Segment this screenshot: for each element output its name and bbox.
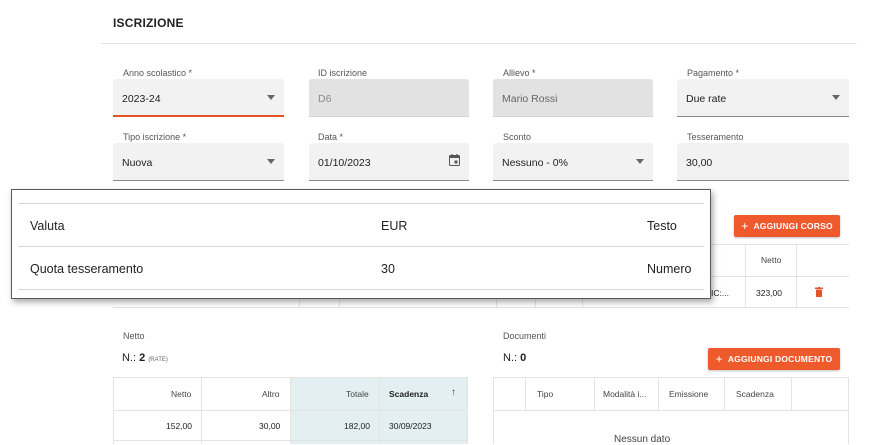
anno-label: Anno scolastico * bbox=[123, 68, 193, 78]
documenti-col-divider bbox=[791, 377, 792, 410]
chevron-down-icon bbox=[636, 159, 644, 164]
title-divider bbox=[101, 43, 857, 44]
id-field: D6 bbox=[309, 79, 469, 117]
pagamento-label: Pagamento * bbox=[687, 68, 740, 78]
aggiungi-documento-label: AGGIUNGI DOCUMENTO bbox=[727, 354, 833, 364]
popup-row-type: Testo bbox=[647, 219, 677, 233]
rate-cell-totale: 182,00 bbox=[344, 421, 370, 431]
popup-row-divider bbox=[18, 246, 704, 247]
rate-cell-netto: 152,00 bbox=[166, 421, 192, 431]
popup-row-value: EUR bbox=[381, 219, 408, 233]
documenti-col-divider bbox=[525, 377, 526, 410]
rate-count-value: 2 bbox=[139, 352, 146, 364]
rate-count-suffix: (RATE) bbox=[148, 357, 168, 363]
popup-row-type: Numero bbox=[647, 262, 692, 276]
corsi-header-netto: Netto bbox=[761, 255, 782, 265]
aggiungi-documento-button[interactable]: + AGGIUNGI DOCUMENTO bbox=[708, 348, 840, 370]
calendar-icon[interactable] bbox=[449, 154, 460, 166]
popup-bottom-rule bbox=[18, 289, 704, 290]
rate-row-rule bbox=[113, 440, 468, 441]
rate-section-label: Netto bbox=[123, 331, 145, 341]
chevron-down-icon bbox=[267, 95, 275, 100]
aggiungi-corso-button[interactable]: + AGGIUNGI CORSO bbox=[734, 215, 840, 237]
corsi-cell-partial: IC:... bbox=[711, 288, 729, 298]
sort-ascending-icon[interactable]: ↑ bbox=[451, 387, 456, 398]
popup-row-name: Quota tesseramento bbox=[30, 262, 144, 276]
rate-count: N.: 2 (RATE) bbox=[122, 352, 168, 364]
tesseramento-value: 30,00 bbox=[686, 157, 713, 169]
chevron-down-icon bbox=[267, 159, 275, 164]
rate-cell-scadenza: 30/09/2023 bbox=[389, 421, 432, 431]
rate-cell-altro: 30,00 bbox=[259, 421, 281, 431]
sconto-value: Nessuno - 0% bbox=[502, 157, 568, 169]
documenti-col-divider bbox=[658, 377, 659, 410]
chevron-down-icon bbox=[832, 95, 840, 100]
trash-icon[interactable] bbox=[815, 287, 823, 297]
documenti-header-scadenza[interactable]: Scadenza bbox=[736, 389, 774, 399]
sconto-select[interactable]: Nessuno - 0% bbox=[493, 143, 653, 181]
documenti-header-rule bbox=[493, 410, 849, 411]
documenti-table-top bbox=[493, 377, 849, 378]
documenti-header-modalita[interactable]: Modalità i... bbox=[603, 389, 646, 399]
allievo-value: Mario Rossi bbox=[502, 93, 558, 105]
popup-row-name: Valuta bbox=[30, 219, 65, 233]
documenti-header-emissione[interactable]: Emissione bbox=[669, 389, 708, 399]
sconto-label: Sconto bbox=[503, 132, 532, 142]
id-value: D6 bbox=[318, 93, 332, 105]
popup-top-rule bbox=[18, 203, 704, 204]
tesseramento-input[interactable]: 30,00 bbox=[677, 143, 849, 181]
pagamento-value: Due rate bbox=[686, 93, 727, 105]
tipo-select[interactable]: Nuova bbox=[113, 143, 284, 181]
tipo-value: Nuova bbox=[122, 157, 153, 169]
documenti-col-divider bbox=[594, 377, 595, 410]
anno-value: 2023-24 bbox=[122, 93, 161, 105]
rate-header-scadenza[interactable]: Scadenza bbox=[389, 389, 428, 399]
data-input[interactable]: 01/10/2023 bbox=[309, 143, 469, 181]
documenti-section-label: Documenti bbox=[503, 331, 547, 341]
documenti-count-value: 0 bbox=[520, 352, 527, 364]
pagamento-select[interactable]: Due rate bbox=[677, 79, 849, 117]
page-title: ISCRIZIONE bbox=[113, 16, 184, 30]
rate-header-rule bbox=[113, 410, 468, 411]
documenti-col-divider bbox=[724, 377, 725, 410]
documenti-count: N.: 0 bbox=[503, 352, 526, 364]
aggiungi-corso-label: AGGIUNGI CORSO bbox=[753, 221, 833, 231]
popup-row-value: 30 bbox=[381, 262, 395, 276]
allievo-label: Allievo * bbox=[503, 68, 536, 78]
tipo-label: Tipo iscrizione * bbox=[123, 132, 187, 142]
documenti-count-prefix: N.: bbox=[503, 352, 518, 364]
documenti-empty-message: Nessun dato bbox=[614, 434, 671, 445]
rate-header-netto[interactable]: Netto bbox=[171, 389, 191, 399]
allievo-field: Mario Rossi bbox=[493, 79, 653, 117]
corsi-table-bottom bbox=[113, 307, 849, 308]
corsi-cell-netto: 323,00 bbox=[756, 288, 782, 298]
id-label: ID iscrizione bbox=[318, 68, 368, 78]
plus-icon: + bbox=[715, 352, 723, 366]
rate-header-totale[interactable]: Totale bbox=[346, 389, 369, 399]
tesseramento-label: Tesseramento bbox=[687, 132, 744, 142]
info-popup: Valuta EUR Testo Quota tesseramento 30 N… bbox=[11, 189, 711, 299]
anno-select[interactable]: 2023-24 bbox=[113, 79, 284, 117]
plus-icon: + bbox=[741, 219, 749, 233]
data-value: 01/10/2023 bbox=[318, 157, 371, 169]
documenti-header-tipo[interactable]: Tipo bbox=[537, 389, 553, 399]
rate-header-altro[interactable]: Altro bbox=[262, 389, 279, 399]
rate-count-prefix: N.: bbox=[122, 352, 137, 364]
data-label: Data * bbox=[318, 132, 344, 142]
